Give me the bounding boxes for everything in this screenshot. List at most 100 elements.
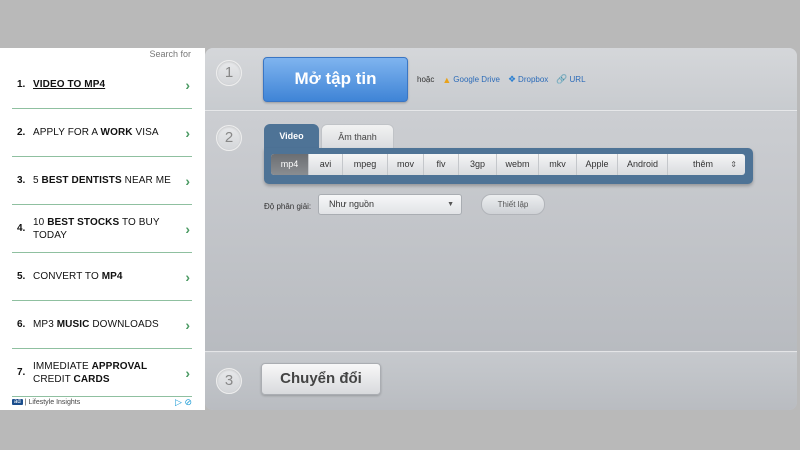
ad-item-text: 10 BEST STOCKS TO BUY TODAY (28, 216, 192, 242)
format-option-3gp[interactable]: 3gp (459, 154, 497, 175)
ad-list-item[interactable]: 1. VIDEO TO MP4 › (12, 61, 192, 109)
ad-provider[interactable]: | Lifestyle Insights (25, 399, 81, 406)
format-strip: mp4 avi mpeg mov flv 3gp webm mkv Apple Android th… (271, 154, 745, 175)
ad-item-text: APPLY FOR A WORK VISA (28, 126, 192, 139)
dropbox-icon: ❖ (507, 74, 517, 84)
ad-item-number: 2. (17, 127, 26, 138)
resolution-label: Độ phân giải: (264, 202, 312, 211)
google-drive-link[interactable]: ▲ Google Drive (442, 75, 500, 85)
ad-item-text-part: MP4 (101, 271, 123, 282)
ad-item-number: 1. (17, 79, 26, 90)
up-down-arrows-icon: ⇕ (730, 160, 737, 169)
ad-item-text-part: APPROVAL (91, 360, 148, 372)
resolution-select[interactable]: Như nguồn ▼ (318, 194, 462, 215)
chevron-right-icon: › (185, 220, 190, 237)
ad-choices-icon[interactable]: ▷ ⊘ (175, 397, 192, 408)
ad-list-item[interactable]: 7. IMMEDIATE APPROVAL CREDIT CARDS › (12, 349, 192, 397)
ad-item-text: 5 BEST DENTISTS NEAR ME (28, 174, 192, 187)
chevron-right-icon: › (185, 316, 190, 333)
ad-item-text-part: CONVERT TO (33, 271, 102, 282)
ad-item-text-part: MUSIC (56, 319, 90, 330)
format-option-label: mp4 (280, 159, 299, 169)
ad-item-text-part: BEST DENTISTS (41, 175, 122, 186)
converter-panel: 1 Mở tập tin hoặc ▲ Google Drive ❖ Dropb… (205, 48, 797, 410)
chevron-right-icon: › (185, 76, 190, 93)
google-drive-icon: ▲ (442, 74, 452, 85)
step-1-section: 1 Mở tập tin hoặc ▲ Google Drive ❖ Dropb… (205, 48, 797, 111)
ad-list-item[interactable]: 5. CONVERT TO MP4 › (12, 253, 192, 301)
ad-item-text-part: IMMEDIATE (33, 360, 92, 372)
open-file-button[interactable]: Mở tập tin (263, 57, 408, 102)
format-option-label: mkv (549, 159, 566, 169)
tab-audio[interactable]: Âm thanh (321, 124, 394, 148)
dropbox-link[interactable]: ❖ Dropbox (508, 74, 548, 85)
format-option-mkv[interactable]: mkv (539, 154, 577, 175)
chevron-right-icon: › (185, 268, 190, 285)
format-option-label: flv (436, 159, 446, 169)
convert-button[interactable]: Chuyển đổi (261, 363, 381, 395)
format-option-webm[interactable]: webm (497, 154, 539, 175)
ad-item-number: 4. (17, 223, 26, 234)
chevron-right-icon: › (185, 364, 190, 381)
settings-button[interactable]: Thiết lập (481, 194, 545, 215)
format-option-avi[interactable]: avi (309, 154, 343, 175)
step-3-number: 3 (216, 368, 242, 394)
ad-item-text-part: WORK (100, 127, 133, 138)
ad-item-number: 5. (17, 271, 26, 282)
url-link[interactable]: 🔗 URL (556, 74, 585, 85)
format-option-label: avi (319, 159, 332, 169)
ad-item-text-part: VISA (132, 127, 159, 138)
format-option-label: Android (626, 159, 659, 169)
ad-item-text-part: APPLY FOR A (33, 127, 101, 138)
ad-item-text-part: CREDIT (33, 373, 74, 385)
format-option-label: mov (396, 159, 414, 169)
step-1-number: 1 (216, 60, 242, 86)
ad-item-text: MP3 MUSIC DOWNLOADS (28, 318, 192, 331)
ad-list-item[interactable]: 6. MP3 MUSIC DOWNLOADS › (12, 301, 192, 349)
format-option-label: 3gp (469, 159, 486, 169)
ad-item-text: VIDEO TO MP4 (28, 78, 192, 91)
url-label: URL (569, 75, 586, 84)
format-option-more[interactable]: thêm ⇕ (668, 154, 745, 175)
ad-footer: ad | Lifestyle Insights ▷ ⊘ (12, 396, 192, 408)
format-option-android[interactable]: Android (618, 154, 668, 175)
or-label: hoặc (417, 75, 435, 84)
chevron-down-icon: ▼ (447, 201, 454, 208)
ad-item-text-part: DOWNLOADS (89, 319, 159, 330)
format-option-mp4[interactable]: mp4 (271, 154, 309, 175)
format-bar: mp4 avi mpeg mov flv 3gp webm mkv Apple Android th… (264, 148, 753, 184)
ad-item-text-part: VIDEO TO (33, 79, 85, 90)
format-option-label: webm (505, 159, 530, 169)
step-3-section: 3 Chuyển đổi (205, 353, 797, 410)
alt-sources: hoặc ▲ Google Drive ❖ Dropbox 🔗 URL (417, 74, 586, 85)
step-2-section: 2 Video Âm thanh mp4 avi mpeg mov flv 3gp webm… (205, 112, 797, 352)
dropbox-label: Dropbox (518, 75, 549, 84)
ad-item-number: 6. (17, 319, 26, 330)
ad-panel: Search for 1. VIDEO TO MP4 › 2. APPLY FOR A … (0, 48, 205, 410)
format-option-label: Apple (585, 159, 609, 169)
resolution-value: Như nguồn (329, 199, 375, 209)
format-option-apple[interactable]: Apple (577, 154, 618, 175)
format-option-flv[interactable]: flv (424, 154, 459, 175)
ad-list-item[interactable]: 2. APPLY FOR A WORK VISA › (12, 109, 192, 157)
ad-list: 1. VIDEO TO MP4 › 2. APPLY FOR A WORK VISA › 3… (12, 61, 192, 397)
ad-search-for-label: Search for (149, 49, 191, 59)
format-option-label: mpeg (353, 159, 377, 169)
format-option-mov[interactable]: mov (388, 154, 424, 175)
ad-item-text-part: MP4 (84, 79, 106, 90)
ad-item-text-part: 5 (33, 175, 42, 186)
chevron-right-icon: › (185, 172, 190, 189)
ad-list-item[interactable]: 3. 5 BEST DENTISTS NEAR ME › (12, 157, 192, 205)
ad-item-text-part: MP3 (33, 319, 57, 330)
ad-item-text-part: NEAR ME (121, 175, 171, 186)
ad-item-text-part: BEST STOCKS (47, 216, 120, 228)
format-option-mpeg[interactable]: mpeg (343, 154, 388, 175)
ad-badge: ad (12, 399, 23, 405)
tab-video[interactable]: Video (264, 124, 319, 148)
ad-item-number: 7. (17, 367, 26, 378)
chevron-right-icon: › (185, 124, 190, 141)
link-icon: 🔗 (556, 74, 568, 84)
ad-list-item[interactable]: 4. 10 BEST STOCKS TO BUY TODAY › (12, 205, 192, 253)
format-option-label: thêm (693, 159, 714, 169)
ad-item-text-part: 10 (33, 216, 48, 228)
